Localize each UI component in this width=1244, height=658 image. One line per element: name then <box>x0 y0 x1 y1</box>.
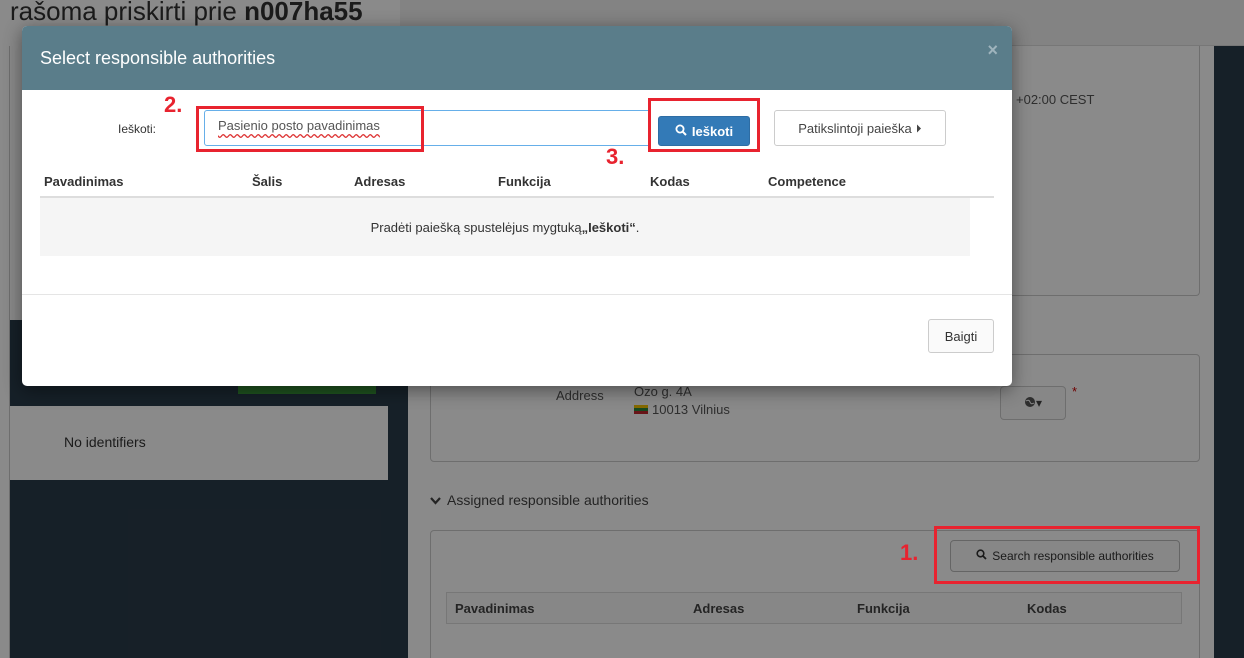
finish-button[interactable]: Baigti <box>928 319 994 353</box>
empty-message-bold: „Ieškoti“ <box>581 219 636 235</box>
results-table-header: Pavadinimas Šalis Adresas Funkcija Kodas… <box>40 172 994 198</box>
annotation-number-1: 1. <box>900 540 919 565</box>
column-pavadinimas: Pavadinimas <box>44 174 124 189</box>
caret-right-icon <box>916 121 922 136</box>
empty-message-prefix: Pradėti paiešką spustelėjus mygtuką <box>370 219 582 235</box>
search-label: Ieškoti: <box>118 122 157 136</box>
column-adresas: Adresas <box>354 174 406 189</box>
column-salis: Šalis <box>252 174 283 189</box>
modal-header: Select responsible authorities × <box>22 26 1012 90</box>
close-icon[interactable]: × <box>987 40 998 61</box>
column-kodas: Kodas <box>650 174 690 189</box>
annotation-box-2 <box>196 106 424 152</box>
advanced-search-button[interactable]: Patikslintoji paieška <box>774 110 946 146</box>
annotation-box-3 <box>648 98 760 152</box>
advanced-search-label: Patikslintoji paieška <box>798 120 912 136</box>
modal-footer: Baigti <box>22 294 1012 386</box>
select-authorities-modal: Select responsible authorities × Ieškoti… <box>22 26 1012 386</box>
column-competence: Competence <box>768 174 847 189</box>
empty-results-message: Pradėti paiešką spustelėjus mygtuką „Ieš… <box>40 198 970 256</box>
annotation-number-2: 2. <box>164 92 183 117</box>
empty-message-suffix: . <box>635 219 640 235</box>
annotation-box-1 <box>934 526 1200 584</box>
modal-title: Select responsible authorities <box>40 48 276 68</box>
column-funkcija: Funkcija <box>498 174 551 189</box>
annotation-number-3: 3. <box>606 144 625 169</box>
